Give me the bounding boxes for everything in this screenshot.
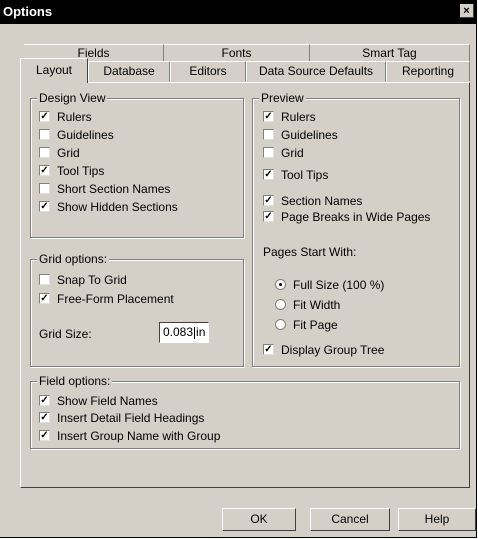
tab-editors[interactable]: Editors	[170, 61, 246, 81]
close-button[interactable]: ×	[460, 4, 474, 18]
checkmark-icon: ✓	[264, 195, 273, 206]
text-caret	[194, 326, 196, 339]
grid-size-label: Grid Size:	[39, 327, 92, 341]
options-dialog: Options × Fields Fonts Smart Tag Layout …	[0, 0, 477, 538]
checkbox-box	[39, 183, 50, 194]
tab-database[interactable]: Database	[88, 61, 170, 81]
radio-circle	[275, 299, 286, 310]
checkbox-box: ✓	[263, 344, 274, 355]
checkmark-icon: ✓	[40, 412, 49, 423]
checkmark-icon: ✓	[40, 430, 49, 441]
checkbox-box: ✓	[39, 293, 50, 304]
checkmark-icon: ✓	[40, 201, 49, 212]
checkmark-icon: ✓	[40, 395, 49, 406]
grid-size-unit: in	[196, 325, 206, 339]
checkbox-box: ✓	[263, 195, 274, 206]
tab-layout[interactable]: Layout	[20, 58, 88, 83]
checkmark-icon: ✓	[40, 293, 49, 304]
checkbox-box: ✓	[39, 430, 50, 441]
checkbox-box: ✓	[39, 165, 50, 176]
preview-legend: Preview	[259, 91, 306, 105]
pages-start-with-label: Pages Start With:	[263, 245, 357, 259]
checkbox-box	[39, 129, 50, 140]
window-title: Options	[3, 4, 53, 19]
close-icon: ×	[463, 5, 470, 17]
checkbox-box: ✓	[39, 201, 50, 212]
checkbox-box: ✓	[39, 395, 50, 406]
grid-size-value: 0.083	[163, 325, 194, 339]
checkmark-icon: ✓	[264, 211, 273, 222]
checkmark-icon: ✓	[264, 169, 273, 180]
tab-data-source-defaults[interactable]: Data Source Defaults	[246, 61, 386, 81]
checkbox-box	[39, 147, 50, 158]
checkbox-box	[39, 274, 50, 285]
checkmark-icon: ✓	[264, 111, 273, 122]
checkmark-icon: ✓	[40, 111, 49, 122]
field-options-group: Field options: ✓ Show Field Names ✓ Insert…	[30, 374, 460, 449]
design-view-group: Design View ✓ Rulers Guidelines Grid ✓ Too…	[30, 91, 244, 238]
tab-smart-tag[interactable]: Smart Tag	[310, 44, 470, 62]
field-options-legend: Field options:	[37, 374, 113, 388]
checkbox-box: ✓	[263, 111, 274, 122]
title-bar: Options ×	[0, 0, 476, 24]
checkmark-icon: ✓	[40, 165, 49, 176]
checkmark-icon: ✓	[264, 344, 273, 355]
ok-button[interactable]: OK	[222, 508, 296, 531]
checkbox-box: ✓	[39, 412, 50, 423]
grid-options-group: Grid options: Snap To Grid ✓ Free-Form Pl…	[30, 252, 244, 367]
radio-circle	[275, 319, 286, 330]
help-button[interactable]: Help	[398, 508, 476, 531]
checkbox-box	[263, 129, 274, 140]
radio-dot-icon	[279, 283, 282, 286]
radio-circle	[275, 279, 286, 290]
checkbox-box: ✓	[263, 169, 274, 180]
checkbox-box: ✓	[39, 111, 50, 122]
tab-fonts[interactable]: Fonts	[164, 44, 310, 62]
checkbox-box: ✓	[263, 211, 274, 222]
tab-reporting[interactable]: Reporting	[386, 61, 470, 81]
grid-options-legend: Grid options:	[37, 252, 110, 266]
preview-group: Preview ✓ Rulers Guidelines Grid ✓ Tool Ti…	[252, 91, 460, 367]
cancel-button[interactable]: Cancel	[310, 508, 390, 531]
grid-size-input[interactable]: 0.083 in	[159, 322, 209, 343]
design-view-legend: Design View	[37, 91, 108, 105]
checkbox-box	[263, 147, 274, 158]
